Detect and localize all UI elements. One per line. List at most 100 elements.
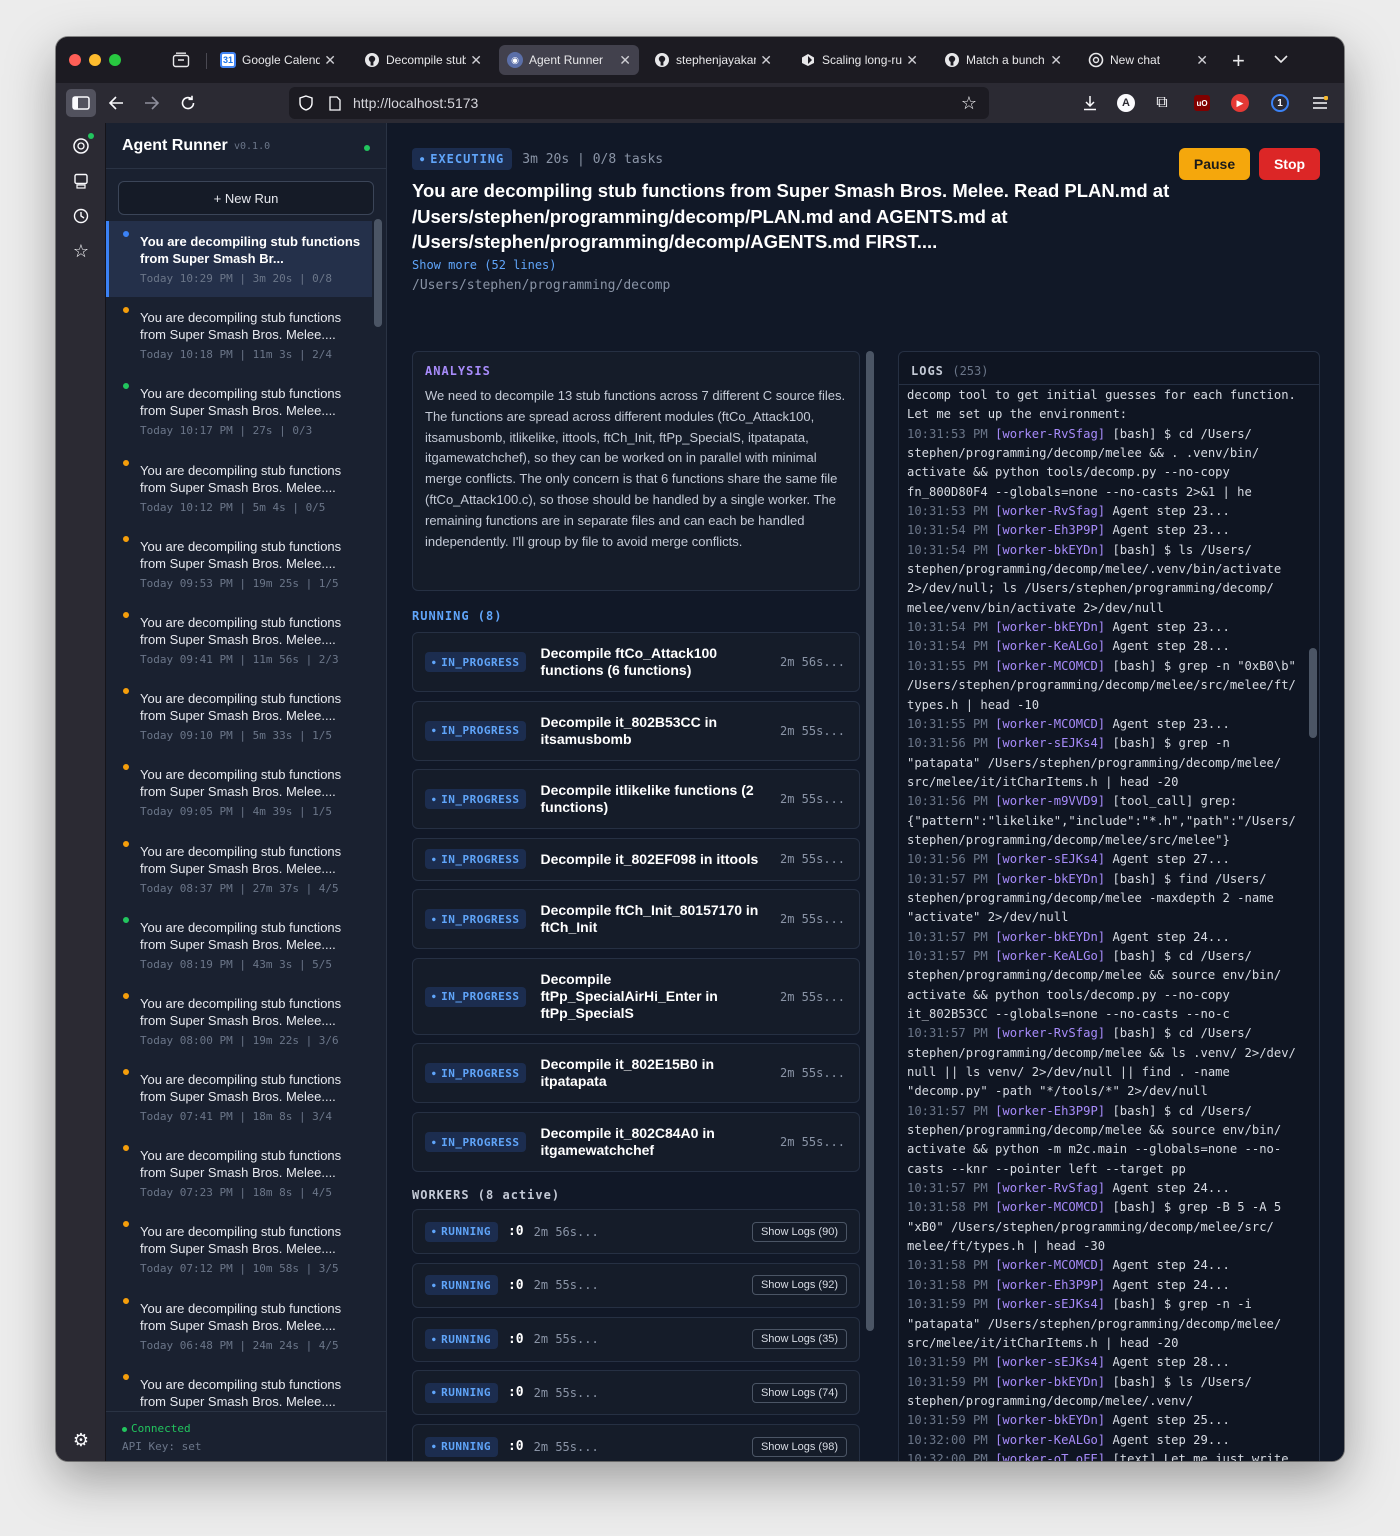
log-text: decomp tool to get initial guesses for e… — [907, 388, 1296, 402]
forward-icon[interactable] — [138, 89, 166, 117]
github-icon — [654, 52, 670, 68]
tab-agent-runner[interactable]: ◉ Agent Runner ✕ — [499, 45, 639, 75]
ublock-icon[interactable]: uO — [1188, 89, 1216, 117]
back-icon[interactable] — [102, 89, 130, 117]
task-elapsed: 2m 55s... — [779, 1066, 845, 1080]
password-manager-icon[interactable]: 1 — [1266, 89, 1294, 117]
log-line: 10:31:54 PM [worker-KeALGo] Agent step 2… — [907, 637, 1307, 656]
url-bar[interactable]: http://localhost:5173 ☆ — [289, 87, 989, 119]
sidebar-toggle-icon[interactable] — [66, 89, 96, 117]
run-item[interactable]: You are decompiling stub functions from … — [106, 526, 372, 602]
synced-tabs-icon[interactable] — [70, 170, 92, 192]
menu-icon[interactable] — [1306, 89, 1334, 117]
run-item[interactable]: You are decompiling stub functions from … — [106, 602, 372, 678]
tab-scaling-long-run[interactable]: Scaling long-run ✕ — [792, 45, 926, 75]
shield-icon[interactable] — [299, 95, 317, 111]
close-tab-icon[interactable]: ✕ — [760, 52, 772, 69]
downloads-icon[interactable] — [1076, 89, 1104, 117]
run-meta: 3m 20s | 0/8 tasks — [522, 151, 664, 167]
close-tab-icon[interactable]: ✕ — [470, 52, 482, 69]
agent-icon: ◉ — [507, 52, 523, 68]
task-row[interactable]: ● IN_PROGRESS Decompile it_802C84A0 in itg… — [412, 1112, 860, 1172]
tab-match-a-bunch[interactable]: Match a bunch o ✕ — [936, 45, 1070, 75]
task-row[interactable]: ● IN_PROGRESS Decompile ftCo_Attack100 fun… — [412, 632, 860, 692]
tab-stephenjayakar[interactable]: stephenjayakar/a ✕ — [646, 45, 780, 75]
history-icon[interactable] — [70, 205, 92, 227]
tab-overview-icon[interactable] — [172, 52, 192, 68]
run-item[interactable]: You are decompiling stub functions from … — [106, 450, 372, 526]
close-window-button[interactable] — [69, 54, 81, 66]
run-item[interactable]: You are decompiling stub functions from … — [106, 831, 372, 907]
status-dot-icon: ● — [432, 1389, 437, 1397]
show-logs-button[interactable]: Show Logs (74) — [751, 1382, 847, 1403]
log-line: 10:31:58 PM [worker-Eh3P9P] Agent step 2… — [907, 1276, 1307, 1295]
log-text: [bash] $ cd /Users/ — [1105, 426, 1252, 441]
middle-scrollbar[interactable] — [866, 351, 874, 1331]
new-run-button[interactable]: + New Run — [118, 181, 374, 215]
run-item[interactable]: You are decompiling stub functions from … — [106, 678, 372, 754]
task-row[interactable]: ● IN_PROGRESS Decompile it_802E15B0 in itp… — [412, 1043, 860, 1103]
task-row[interactable]: ● IN_PROGRESS Decompile itlikelike functio… — [412, 769, 860, 829]
minimize-window-button[interactable] — [89, 54, 101, 66]
run-item[interactable]: You are decompiling stub functions from … — [106, 983, 372, 1059]
reload-icon[interactable] — [174, 89, 202, 117]
bookmark-star-icon[interactable]: ☆ — [961, 93, 977, 114]
tab-new-chat[interactable]: New chat ✕ — [1080, 45, 1216, 75]
run-item[interactable]: You are decompiling stub functions from … — [106, 373, 372, 449]
run-status-dot — [123, 1297, 129, 1304]
close-tab-icon[interactable]: ✕ — [324, 52, 336, 69]
tab-google-calendar[interactable]: 31 Google Calendar ✕ — [212, 45, 344, 75]
close-tab-icon[interactable]: ✕ — [1050, 52, 1062, 69]
task-status: IN_PROGRESS — [441, 1066, 520, 1080]
log-worker: [worker-bkEYDn] — [995, 620, 1106, 635]
run-item[interactable]: You are decompiling stub functions from … — [106, 297, 372, 373]
run-item[interactable]: You are decompiling stub functions from … — [106, 1135, 372, 1211]
run-item[interactable]: You are decompiling stub functions from … — [106, 1288, 372, 1364]
zoom-window-button[interactable] — [109, 54, 121, 66]
tab-strip: 31 Google Calendar ✕ Decompile stub f ✕ … — [56, 37, 1344, 83]
show-logs-button[interactable]: Show Logs (98) — [751, 1436, 847, 1457]
new-tab-icon[interactable]: + — [1232, 48, 1245, 74]
run-item[interactable]: You are decompiling stub functions from … — [106, 907, 372, 983]
settings-gear-icon[interactable]: ⚙ — [70, 1429, 92, 1451]
task-row[interactable]: ● IN_PROGRESS Decompile ftCh_Init_80157170… — [412, 889, 860, 949]
task-row[interactable]: ● IN_PROGRESS Decompile ftPp_SpecialAirHi_… — [412, 958, 860, 1035]
run-list-scrollbar[interactable] — [374, 219, 382, 327]
show-logs-button[interactable]: Show Logs (35) — [751, 1329, 847, 1350]
show-more-link[interactable]: Show more (52 lines) — [412, 258, 557, 272]
chatgpt-icon[interactable] — [70, 133, 94, 157]
logs-scrollbar[interactable] — [1309, 648, 1317, 738]
log-timestamp: 10:31:53 PM — [907, 504, 988, 519]
run-item[interactable]: You are decompiling stub functions from … — [106, 1059, 372, 1135]
status-dot-icon: ● — [432, 658, 437, 666]
pause-button[interactable]: Pause — [1179, 148, 1250, 180]
run-item[interactable]: You are decompiling stub functions from … — [106, 1364, 372, 1411]
log-timestamp: 10:32:00 PM — [907, 1451, 988, 1461]
log-worker: [worker-KeALGo] — [995, 948, 1106, 963]
run-item[interactable]: You are decompiling stub functions from … — [106, 1211, 372, 1287]
account-icon[interactable]: A — [1112, 89, 1140, 117]
close-tab-icon[interactable]: ✕ — [906, 52, 918, 69]
log-worker: [worker-sEJKs4] — [995, 1355, 1106, 1370]
task-row[interactable]: ● IN_PROGRESS Decompile it_802B53CC in its… — [412, 700, 860, 761]
run-item[interactable]: You are decompiling stub functions from … — [106, 754, 372, 830]
tab-list-chevron-icon[interactable] — [1274, 51, 1288, 69]
tab-decompile-stub[interactable]: Decompile stub f ✕ — [356, 45, 490, 75]
log-line: /Users/stephen/programming/decomp/melee/… — [907, 676, 1307, 695]
bookmarks-star-icon[interactable]: ☆ — [70, 240, 92, 262]
close-tab-icon[interactable]: ✕ — [619, 52, 631, 69]
extensions-puzzle-icon[interactable]: ⧉ — [1148, 89, 1176, 117]
log-output: decomp tool to get initial guesses for e… — [907, 386, 1307, 1461]
log-line: 10:31:54 PM [worker-bkEYDn] [bash] $ ls … — [907, 541, 1307, 560]
stop-button[interactable]: Stop — [1259, 148, 1320, 180]
log-line: stephen/programming/decomp/melee && sour… — [907, 966, 1307, 985]
show-logs-button[interactable]: Show Logs (90) — [751, 1221, 847, 1242]
log-line: 2>/dev/null; ls /Users/stephen/programmi… — [907, 579, 1307, 598]
run-item[interactable]: You are decompiling stub functions from … — [106, 221, 372, 298]
log-line: decomp tool to get initial guesses for e… — [907, 386, 1307, 405]
log-line: "decomp.py" -path "*/tools/*" 2>/dev/nul… — [907, 1082, 1307, 1101]
show-logs-button[interactable]: Show Logs (92) — [751, 1275, 847, 1296]
close-tab-icon[interactable]: ✕ — [1196, 52, 1208, 69]
task-row[interactable]: ● IN_PROGRESS Decompile it_802EF098 in itt… — [412, 837, 860, 881]
youtube-extension-icon[interactable]: ▶ — [1226, 89, 1254, 117]
